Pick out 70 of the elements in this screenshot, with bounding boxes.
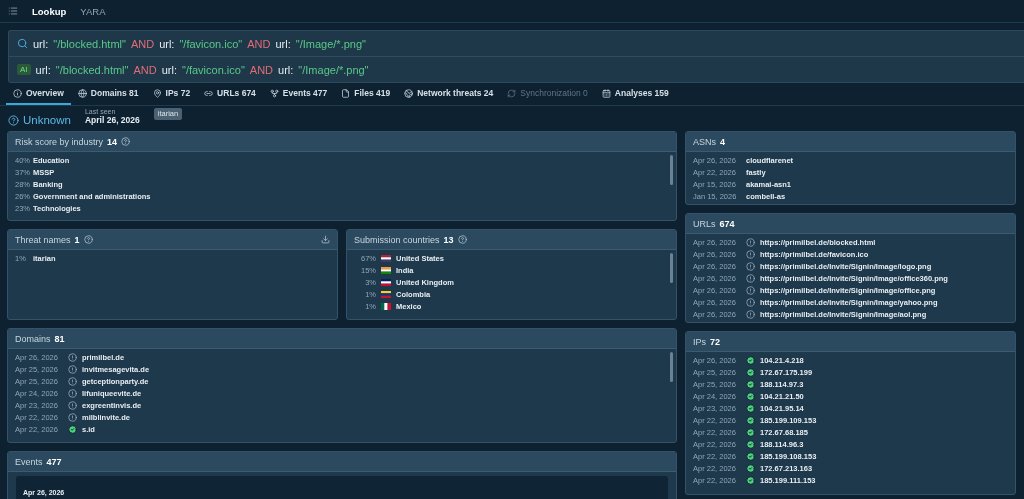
query-token: url: bbox=[278, 63, 294, 76]
tab[interactable]: Events 477 bbox=[262, 83, 335, 105]
help-icon[interactable] bbox=[83, 235, 93, 244]
help-icon[interactable] bbox=[457, 235, 467, 244]
refresh-icon bbox=[507, 88, 517, 98]
tab[interactable]: Network threats 24 bbox=[397, 83, 501, 105]
query-token: "/favicon.ico" bbox=[179, 37, 243, 50]
query-token: "/blocked.html" bbox=[53, 37, 126, 50]
nav-tab[interactable]: Lookup bbox=[32, 0, 67, 22]
panel-count: 72 bbox=[710, 336, 721, 347]
scrollbar bbox=[670, 352, 673, 382]
tab[interactable]: Files 419 bbox=[334, 83, 398, 105]
query-token: url: bbox=[33, 37, 49, 50]
panel-count: 4 bbox=[720, 136, 726, 147]
query-token: url: bbox=[275, 37, 291, 50]
menu-icon[interactable] bbox=[8, 6, 18, 16]
flag-icon bbox=[381, 302, 391, 310]
query-token: "/Image/*.png" bbox=[298, 63, 369, 76]
scrollbar bbox=[670, 253, 673, 283]
file-icon bbox=[341, 88, 351, 98]
panel-title: Events bbox=[15, 456, 43, 467]
query-token: "/favicon.ico" bbox=[182, 63, 245, 76]
map-pin-icon bbox=[152, 88, 162, 98]
panel-title: Submission countries bbox=[354, 234, 440, 245]
search-icon bbox=[17, 38, 28, 49]
tab[interactable]: Overview bbox=[6, 83, 71, 105]
panel-count: 477 bbox=[46, 456, 62, 467]
query-token: AND bbox=[133, 63, 157, 76]
panel-title: ASNs bbox=[693, 136, 716, 147]
query-token: "/Image/*.png" bbox=[295, 37, 366, 50]
search-field[interactable]: url: "/blocked.html" AND url: "/favicon.ico" AND url: "/Image/*.png" AI url: "/blocked.html" AND url: "/favicon.ico" AND url: "/Image/*.png" bbox=[8, 30, 1024, 83]
query-token: AND bbox=[130, 37, 155, 50]
query-token: AND bbox=[247, 37, 271, 50]
tab[interactable]: Analyses 159 bbox=[594, 83, 676, 105]
panel-count: 1 bbox=[74, 234, 80, 245]
query-token: url: bbox=[35, 63, 51, 76]
help-icon[interactable] bbox=[121, 137, 131, 146]
scrollbar bbox=[670, 155, 673, 185]
fork-icon bbox=[269, 88, 279, 98]
query-token: "/blocked.html" bbox=[55, 63, 129, 76]
globe-icon bbox=[404, 88, 414, 98]
query-token: AND bbox=[249, 63, 274, 76]
panel-count: 674 bbox=[719, 218, 735, 229]
panel-title: IPs bbox=[693, 336, 706, 347]
panel-title: Threat names bbox=[15, 234, 71, 245]
help-icon bbox=[8, 114, 19, 126]
download-icon[interactable] bbox=[321, 235, 330, 244]
globe-icon bbox=[77, 88, 87, 98]
flag-icon bbox=[381, 266, 391, 274]
nav-tab[interactable]: YARA bbox=[80, 0, 106, 22]
tab[interactable]: IPs 72 bbox=[145, 83, 198, 105]
info-icon bbox=[13, 88, 22, 98]
query-token: url: bbox=[159, 37, 175, 50]
flag-icon bbox=[381, 290, 391, 298]
calendar-icon bbox=[601, 88, 611, 98]
ai-badge: AI bbox=[17, 64, 31, 75]
panel-title: Risk score by industry bbox=[15, 136, 104, 147]
panel-count: 81 bbox=[54, 333, 65, 344]
panel-count: 14 bbox=[107, 136, 118, 147]
flag-icon bbox=[381, 254, 391, 262]
tab[interactable]: URLs 674 bbox=[197, 83, 263, 105]
verdict: Unknown bbox=[8, 114, 71, 126]
panel-title: URLs bbox=[693, 218, 716, 229]
panel-title: Domains bbox=[15, 333, 51, 344]
last-seen-date: April 26, 2026 bbox=[84, 115, 140, 125]
panel-count: 13 bbox=[443, 234, 454, 245]
link-icon bbox=[204, 88, 214, 98]
query-token: url: bbox=[161, 63, 177, 76]
flag-icon bbox=[381, 278, 391, 286]
tab[interactable]: Domains 81 bbox=[70, 83, 146, 105]
